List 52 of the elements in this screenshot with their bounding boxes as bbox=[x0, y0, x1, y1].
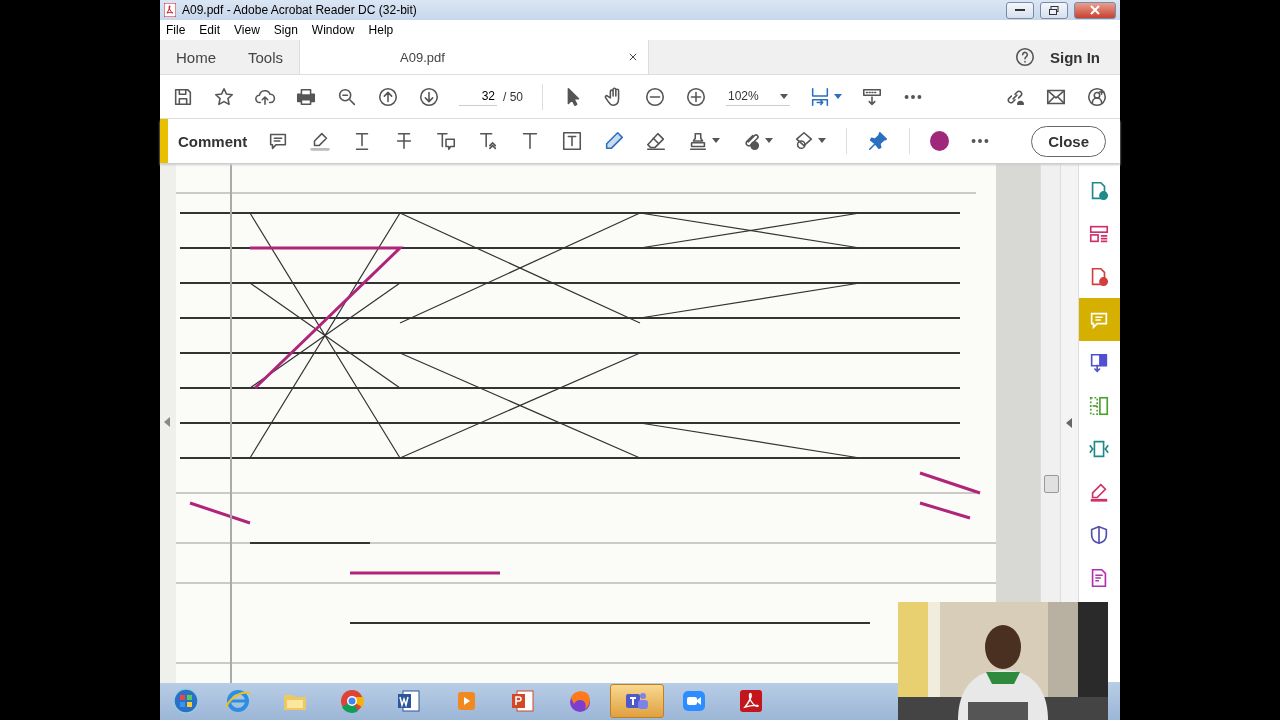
plus-icon[interactable] bbox=[685, 85, 707, 108]
restore-button[interactable] bbox=[1040, 1, 1068, 19]
highlight-icon[interactable] bbox=[309, 130, 332, 152]
minus-icon[interactable] bbox=[644, 85, 666, 108]
pdf-reader-icon bbox=[737, 687, 765, 715]
menu-item[interactable]: Sign bbox=[273, 23, 298, 37]
start-icon bbox=[172, 687, 200, 715]
up-icon[interactable] bbox=[377, 85, 399, 108]
sign-in-button[interactable]: Sign In bbox=[1036, 40, 1120, 74]
collapse-icon[interactable] bbox=[1066, 417, 1073, 428]
caret-icon[interactable] bbox=[765, 138, 774, 144]
textbox-icon[interactable] bbox=[435, 130, 458, 152]
fit-page-icon[interactable] bbox=[809, 85, 831, 108]
zoom-dropdown[interactable]: 102% bbox=[726, 87, 790, 106]
presentation-icon bbox=[509, 687, 537, 715]
caret-icon[interactable] bbox=[818, 138, 827, 144]
chrome-icon bbox=[338, 687, 366, 715]
split-icon bbox=[1088, 394, 1111, 417]
scrollbar-thumb[interactable] bbox=[1044, 475, 1059, 493]
pencil-icon[interactable] bbox=[603, 130, 626, 152]
help-icon[interactable] bbox=[1014, 46, 1036, 68]
app-icon bbox=[164, 3, 176, 17]
user-icon[interactable] bbox=[1086, 85, 1108, 108]
document-app-icon bbox=[395, 687, 423, 715]
close-button[interactable]: Close bbox=[1031, 125, 1106, 157]
close-icon bbox=[1090, 5, 1100, 15]
caret-icon bbox=[780, 93, 788, 99]
page-total: / 50 bbox=[503, 89, 523, 104]
nav-tab[interactable]: Tools bbox=[232, 40, 300, 74]
comment-label: Comment bbox=[178, 132, 248, 150]
document-tab[interactable]: A09.pdf bbox=[299, 40, 650, 74]
eraser-icon[interactable] bbox=[645, 130, 668, 152]
color-picker[interactable] bbox=[930, 131, 950, 151]
menu-item[interactable]: Edit bbox=[199, 23, 221, 37]
minimize-icon bbox=[1015, 8, 1025, 12]
menu-item[interactable]: View bbox=[234, 23, 260, 37]
menu-item[interactable]: File bbox=[166, 23, 186, 37]
star-icon[interactable] bbox=[213, 85, 235, 108]
menu-item[interactable]: Help bbox=[368, 23, 394, 37]
caret-icon[interactable] bbox=[834, 93, 842, 100]
minimize-button[interactable] bbox=[1006, 1, 1034, 19]
down-icon[interactable] bbox=[418, 85, 440, 108]
taskbar-button[interactable] bbox=[610, 684, 664, 718]
restore-icon bbox=[1049, 5, 1059, 15]
browser-icon bbox=[224, 687, 252, 715]
menu-item[interactable]: Window bbox=[311, 23, 355, 37]
window-title: A09.pdf - Adobe Acrobat Reader DC (32-bit) bbox=[182, 3, 417, 17]
pin-icon[interactable] bbox=[867, 130, 890, 152]
nav-tab[interactable]: Home bbox=[160, 40, 232, 74]
close-button[interactable] bbox=[1074, 1, 1116, 19]
textframe-icon[interactable] bbox=[561, 130, 584, 152]
caret-icon[interactable] bbox=[712, 138, 721, 144]
